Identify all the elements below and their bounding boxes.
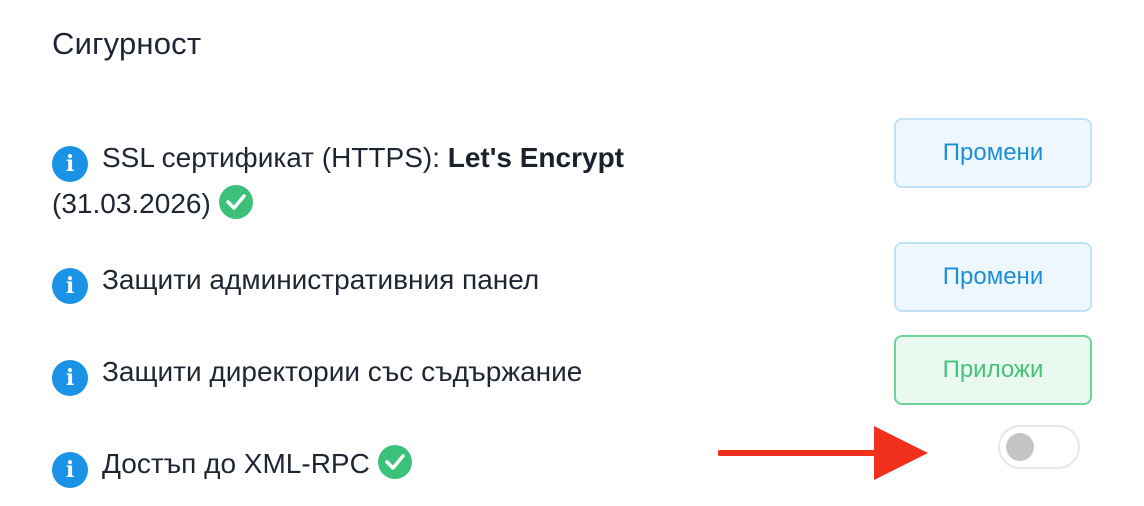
ssl-expiry: (31.03.2026) xyxy=(52,188,211,219)
ssl-label: i SSL сертификат (HTTPS): Let's Encrypt (… xyxy=(52,136,692,225)
info-icon[interactable]: i xyxy=(52,146,88,182)
admin-panel-label: Защити административния панел xyxy=(102,264,540,295)
check-circle-icon xyxy=(218,185,253,219)
xmlrpc-label: Достъп до XML-RPC xyxy=(102,448,370,479)
change-ssl-button[interactable]: Промени xyxy=(894,118,1092,188)
check-circle-icon xyxy=(377,445,412,479)
info-icon[interactable]: i xyxy=(52,452,88,488)
ssl-provider: Let's Encrypt xyxy=(447,142,625,173)
toggle-knob xyxy=(1006,433,1034,461)
section-title: Сигурност xyxy=(52,26,202,61)
content-dirs-label: Защити директории със съдържание xyxy=(102,356,583,387)
content-dirs-label-wrap: i Защити директории със съдържание xyxy=(52,350,692,396)
xmlrpc-label-wrap: i Достъп до XML-RPC xyxy=(52,442,692,488)
ssl-row: i SSL сертификат (HTTPS): Let's Encrypt (… xyxy=(52,118,1092,225)
apply-dir-protection-button[interactable]: Приложи xyxy=(894,335,1092,405)
xmlrpc-row: i Достъп до XML-RPC xyxy=(52,425,1092,488)
admin-panel-row: i Защити административния панел Промени xyxy=(52,242,1092,312)
change-admin-protection-button[interactable]: Промени xyxy=(894,242,1092,312)
admin-panel-label-wrap: i Защити административния панел xyxy=(52,258,692,304)
content-dirs-row: i Защити директории със съдържание Прилож… xyxy=(52,335,1092,405)
info-icon[interactable]: i xyxy=(52,268,88,304)
ssl-label-prefix: SSL сертификат (HTTPS): xyxy=(102,142,448,173)
info-icon[interactable]: i xyxy=(52,360,88,396)
xmlrpc-toggle[interactable] xyxy=(998,425,1080,469)
red-arrow-icon xyxy=(718,426,928,480)
